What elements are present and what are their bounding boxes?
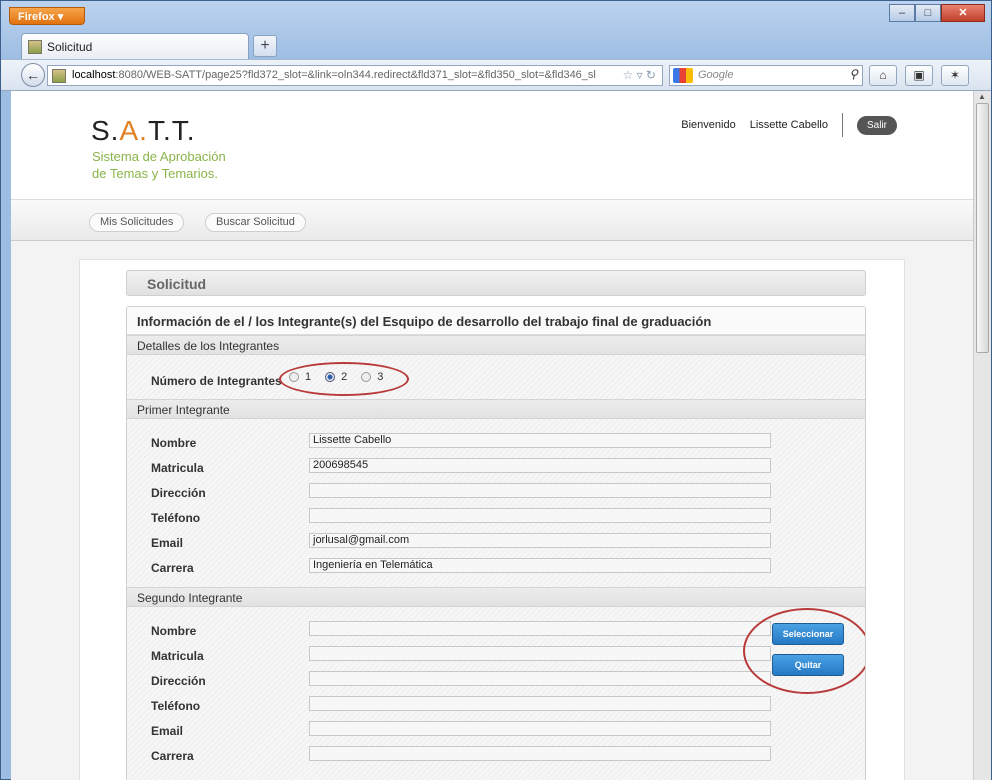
field-label: Dirección bbox=[151, 674, 206, 688]
field-label: Email bbox=[151, 724, 184, 738]
address-bar[interactable]: localhost:8080/WEB-SATT/page25?fld372_sl… bbox=[47, 65, 663, 86]
form-row: Teléfono bbox=[151, 508, 771, 528]
search-icon[interactable]: ⚲ bbox=[849, 67, 858, 81]
field-label: Nombre bbox=[151, 624, 197, 638]
form-row: Dirección bbox=[151, 671, 771, 691]
page-viewport: S.A.T.T. Sistema de Aprobación de Temas … bbox=[11, 91, 973, 780]
site-header: S.A.T.T. Sistema de Aprobación de Temas … bbox=[11, 91, 973, 199]
logo-part: S. bbox=[91, 115, 120, 146]
first-carrera-input[interactable]: Ingeniería en Telemática bbox=[309, 558, 771, 573]
form-row: Email bbox=[151, 721, 771, 741]
home-icon[interactable]: ⌂ bbox=[869, 65, 897, 86]
browser-window: Firefox ▾ – □ ✕ Solicitud + ← localhost:… bbox=[0, 0, 992, 780]
user-name: Lissette Cabello bbox=[749, 119, 828, 131]
first-direccion-input[interactable] bbox=[309, 483, 771, 498]
page-favicon-icon bbox=[28, 39, 42, 54]
second-matricula-input[interactable] bbox=[309, 646, 771, 661]
firefox-menu-button[interactable]: Firefox ▾ bbox=[9, 7, 85, 25]
nav-buscar-solicitud[interactable]: Buscar Solicitud bbox=[205, 213, 306, 232]
field-label: Teléfono bbox=[151, 699, 201, 713]
minimize-icon[interactable]: – bbox=[889, 4, 915, 22]
field-label: Matricula bbox=[151, 461, 204, 475]
addon-icon[interactable]: ✶ bbox=[941, 65, 969, 86]
second-member-header: Segundo Integrante bbox=[127, 587, 865, 607]
form-row: Nombre bbox=[151, 621, 771, 641]
field-label: Dirección bbox=[151, 486, 206, 500]
new-tab-button[interactable]: + bbox=[253, 35, 277, 57]
second-carrera-input[interactable] bbox=[309, 746, 771, 761]
num-members-row: Número de Integrantes bbox=[151, 371, 751, 391]
search-placeholder: Google bbox=[698, 69, 734, 81]
tagline-line: Sistema de Aprobación bbox=[92, 149, 226, 164]
highlight-ellipse-buttons bbox=[743, 608, 865, 694]
field-label: Nombre bbox=[151, 436, 197, 450]
form-row: Carrera Ingeniería en Telemática bbox=[151, 558, 771, 578]
form-row: Dirección bbox=[151, 483, 771, 503]
first-nombre-input[interactable]: Lissette Cabello bbox=[309, 433, 771, 448]
form-row: Matricula bbox=[151, 646, 771, 666]
url-host: localhost bbox=[72, 69, 116, 81]
nav-mis-solicitudes[interactable]: Mis Solicitudes bbox=[89, 213, 185, 232]
num-members-label: Número de Integrantes bbox=[151, 374, 282, 388]
field-label: Teléfono bbox=[151, 511, 201, 525]
second-direccion-input[interactable] bbox=[309, 671, 771, 686]
navigation-toolbar: ← localhost:8080/WEB-SATT/page25?fld372_… bbox=[1, 59, 991, 91]
first-matricula-input[interactable]: 200698545 bbox=[309, 458, 771, 473]
site-nav: Mis Solicitudes Buscar Solicitud bbox=[11, 199, 973, 241]
first-telefono-input[interactable] bbox=[309, 508, 771, 523]
first-member-header: Primer Integrante bbox=[127, 399, 865, 419]
window-controls: – □ ✕ bbox=[889, 4, 985, 22]
logout-button[interactable]: Salir bbox=[856, 115, 897, 135]
browser-tab[interactable]: Solicitud bbox=[21, 33, 249, 59]
highlight-ellipse-radio bbox=[279, 362, 409, 396]
user-area: Bienvenido Lissette Cabello Salir bbox=[681, 113, 897, 137]
maximize-icon[interactable]: □ bbox=[915, 4, 941, 22]
scroll-up-icon[interactable]: ▲ bbox=[978, 92, 986, 101]
back-arrow-icon[interactable]: ← bbox=[21, 63, 45, 87]
content-card: Solicitud Información de el / los Integr… bbox=[79, 259, 905, 780]
members-panel: Información de el / los Integrante(s) de… bbox=[126, 306, 866, 780]
form-row: Email jorlusal@gmail.com bbox=[151, 533, 771, 553]
site-tagline: Sistema de Aprobación de Temas y Temario… bbox=[92, 148, 226, 182]
second-telefono-input[interactable] bbox=[309, 696, 771, 711]
second-email-input[interactable] bbox=[309, 721, 771, 736]
details-header: Detalles de los Integrantes bbox=[127, 335, 865, 355]
scrollbar-thumb[interactable] bbox=[976, 103, 989, 353]
form-row: Matricula 200698545 bbox=[151, 458, 771, 478]
url-path: :8080/WEB-SATT/page25?fld372_slot=&link=… bbox=[115, 69, 596, 81]
form-row: Carrera bbox=[151, 746, 771, 766]
google-logo-icon bbox=[673, 68, 693, 83]
bookmark-star-icon[interactable]: ☆ ▿ ↻ bbox=[618, 68, 656, 82]
bookmarks-icon[interactable]: ▣ bbox=[905, 65, 933, 86]
logo-part-accent: A. bbox=[119, 115, 148, 146]
field-label: Email bbox=[151, 536, 184, 550]
form-row: Teléfono bbox=[151, 696, 771, 716]
vertical-scrollbar[interactable]: ▲ bbox=[973, 91, 991, 780]
field-label: Matricula bbox=[151, 649, 204, 663]
tagline-line: de Temas y Temarios. bbox=[92, 166, 218, 181]
site-identity-icon bbox=[52, 69, 66, 83]
search-bar[interactable]: Google ⚲ bbox=[669, 65, 863, 86]
logo-part: T.T. bbox=[147, 115, 196, 146]
second-nombre-input[interactable] bbox=[309, 621, 771, 636]
site-logo: S.A.T.T. bbox=[91, 115, 196, 147]
panel-title: Información de el / los Integrante(s) de… bbox=[127, 307, 865, 335]
close-icon[interactable]: ✕ bbox=[941, 4, 985, 22]
first-email-input[interactable]: jorlusal@gmail.com bbox=[309, 533, 771, 548]
field-label: Carrera bbox=[151, 561, 194, 575]
tab-title: Solicitud bbox=[47, 39, 93, 54]
welcome-text: Bienvenido bbox=[681, 119, 736, 131]
form-row: Nombre Lissette Cabello bbox=[151, 433, 771, 453]
field-label: Carrera bbox=[151, 749, 194, 763]
divider bbox=[841, 113, 843, 137]
page-title: Solicitud bbox=[126, 270, 866, 296]
